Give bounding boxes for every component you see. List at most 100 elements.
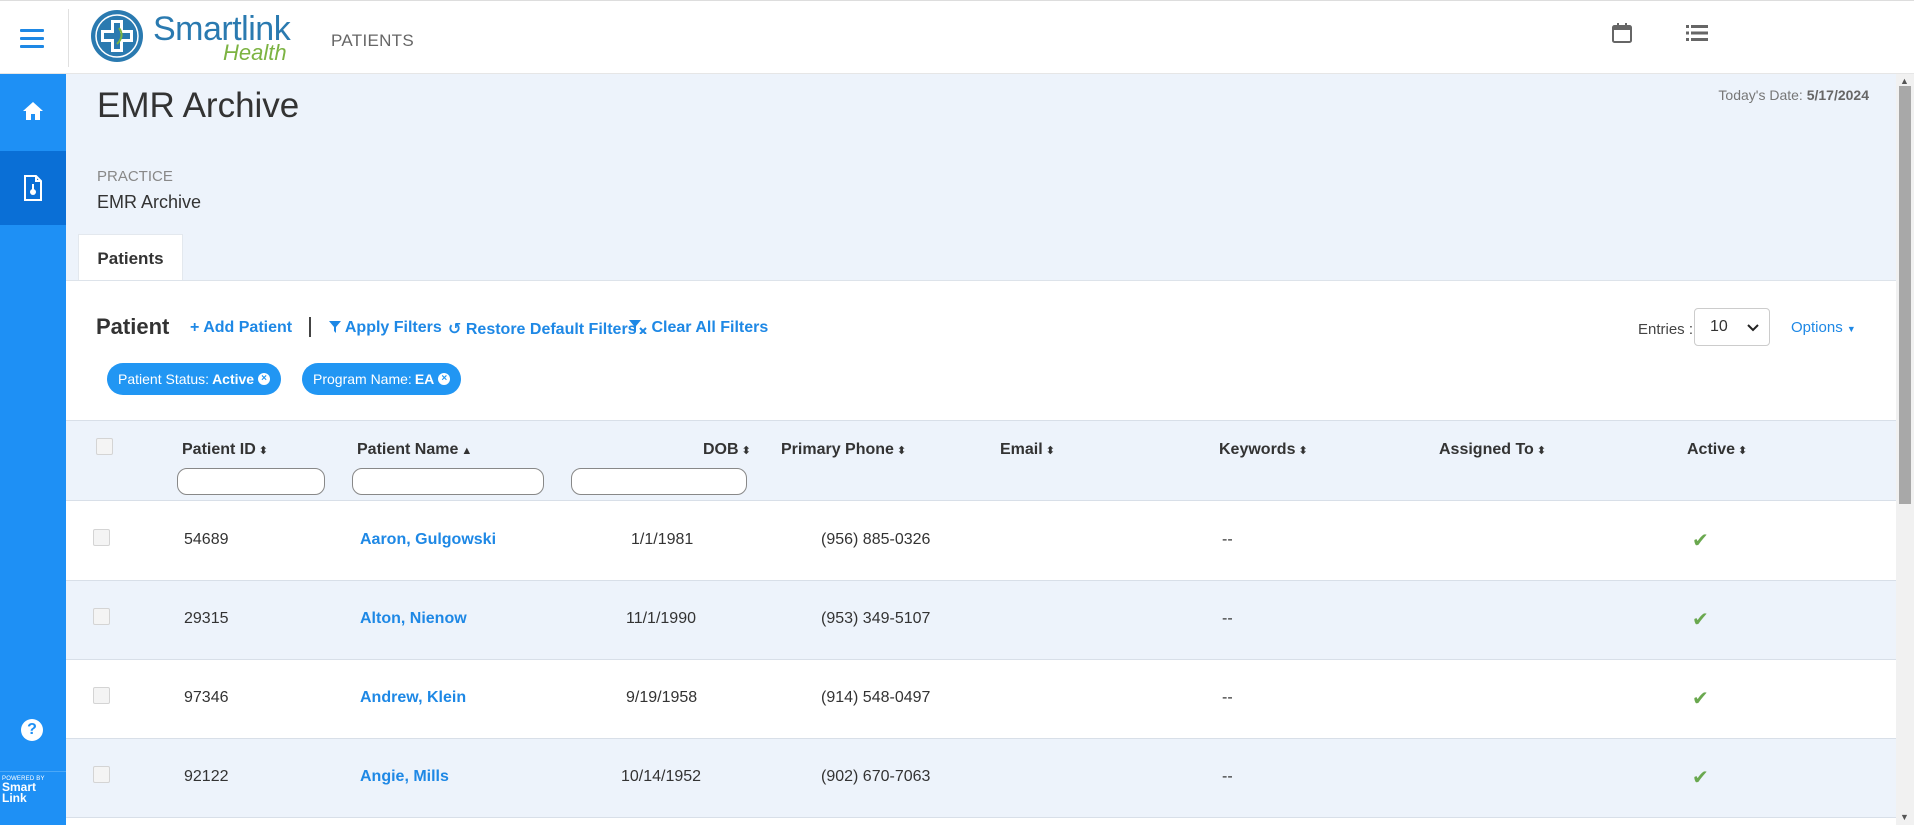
active-check-icon: ✔ [1692, 767, 1709, 789]
clear-all-filters-button[interactable]: Clear All Filters [629, 319, 768, 337]
sort-icon: ⬍ [1298, 445, 1308, 457]
cell-primary-phone: (953) 349-5107 [821, 610, 931, 627]
table-header: Patient ID ⬍ Patient Name ▲ DOB ⬍ Primary P… [66, 420, 1896, 501]
cell-primary-phone: (914) 548-0497 [821, 689, 931, 706]
header-patient-id[interactable]: Patient ID ⬍ [182, 441, 268, 459]
caret-down-icon: ▼ [1846, 324, 1856, 334]
cell-patient-id: 54689 [184, 531, 229, 548]
help-icon[interactable]: ? [21, 719, 43, 741]
cell-keywords: -- [1222, 689, 1233, 706]
scroll-down-icon[interactable]: ▼ [1900, 812, 1909, 822]
add-patient-label: Add Patient [203, 319, 293, 336]
tab-patients[interactable]: Patients [78, 234, 183, 282]
cell-patient-name[interactable]: Alton, Nienow [360, 610, 467, 628]
sidebar-item-home[interactable] [0, 74, 66, 148]
cell-patient-name[interactable]: Andrew, Klein [360, 689, 466, 707]
active-check-icon: ✔ [1692, 530, 1709, 552]
brand-sub: Health [223, 40, 287, 65]
entries-label: Entries : [1638, 321, 1694, 338]
header-assigned-to[interactable]: Assigned To ⬍ [1439, 441, 1546, 459]
sort-icon: ⬍ [896, 445, 907, 457]
cell-patient-name[interactable]: Aaron, Gulgowski [360, 531, 496, 549]
list-icon[interactable] [1685, 21, 1709, 45]
cell-keywords: -- [1222, 610, 1233, 627]
cell-dob: 9/19/1958 [626, 689, 698, 706]
sort-icon: ⬍ [741, 445, 751, 457]
cell-keywords: -- [1222, 768, 1233, 785]
active-check-icon: ✔ [1692, 609, 1709, 631]
plus-icon: + [190, 319, 200, 336]
restore-default-filters-button[interactable]: ↺ Restore Default Filters [448, 319, 637, 339]
cell-dob: 1/1/1981 [631, 531, 694, 548]
brand-logo[interactable]: Smartlink Health [89, 8, 299, 65]
cell-patient-id: 92122 [184, 768, 229, 785]
cell-patient-name[interactable]: Angie, Mills [360, 768, 449, 786]
entries-select[interactable]: 10 [1694, 308, 1770, 346]
logo-cross-icon [91, 10, 143, 62]
todays-date: Today's Date: 5/17/2024 [1718, 87, 1869, 103]
sort-icon: ⬍ [258, 445, 269, 457]
practice-value: EMR Archive [97, 192, 202, 212]
row-checkbox[interactable] [93, 766, 110, 783]
cell-primary-phone: (956) 885-0326 [821, 531, 931, 548]
panel-title: Patient [96, 314, 170, 339]
action-divider [309, 317, 311, 337]
filter-icon [329, 321, 341, 333]
close-icon[interactable]: × [438, 373, 451, 385]
filter-chip-patient-status[interactable]: Patient Status: Active × [107, 363, 282, 395]
top-bar: Smartlink Health PATIENTS [0, 0, 1914, 74]
close-icon[interactable]: × [258, 373, 271, 385]
sort-icon: ⬍ [1536, 445, 1547, 457]
sidebar: ? POWERED BY Smart Link [0, 74, 68, 825]
patient-id-filter-input[interactable] [177, 468, 325, 495]
restore-filters-label: Restore Default Filters [465, 321, 637, 338]
header-active[interactable]: Active ⬍ [1687, 441, 1747, 459]
home-icon [23, 102, 43, 120]
dob-filter-input[interactable] [571, 468, 747, 495]
sidebar-item-patients[interactable] [0, 151, 66, 225]
cell-keywords: -- [1222, 531, 1233, 548]
menu-icon[interactable] [20, 29, 44, 49]
options-dropdown[interactable]: Options ▼ [1791, 319, 1856, 336]
header-primary-phone[interactable]: Primary Phone ⬍ [781, 441, 906, 459]
scroll-thumb[interactable] [1899, 86, 1911, 504]
apply-filters-button[interactable]: Apply Filters [329, 319, 442, 337]
table-row[interactable]: 92122 Angie, Mills 10/14/1952 (902) 670-… [66, 739, 1896, 818]
table-row[interactable]: 29315 Alton, Nienow 11/1/1990 (953) 349-… [66, 581, 1896, 660]
patient-name-filter-input[interactable] [352, 468, 544, 495]
header-keywords[interactable]: Keywords ⬍ [1219, 441, 1308, 459]
options-label: Options [1791, 319, 1843, 336]
main-content: EMR Archive Today's Date: 5/17/2024 PRAC… [66, 74, 1896, 825]
entries-value: 10 [1710, 318, 1728, 335]
header-email[interactable]: Email ⬍ [1000, 441, 1055, 459]
undo-icon: ↺ [448, 321, 462, 338]
calendar-icon[interactable] [1610, 21, 1634, 45]
practice-label: PRACTICE [97, 168, 173, 185]
header-dob[interactable]: DOB ⬍ [703, 441, 751, 459]
table-row[interactable]: 54689 Aaron, Gulgowski 1/1/1981 (956) 88… [66, 502, 1896, 581]
cell-dob: 11/1/1990 [626, 610, 696, 627]
cell-primary-phone: (902) 670-7063 [821, 768, 931, 785]
select-all-checkbox[interactable] [96, 438, 113, 455]
active-check-icon: ✔ [1692, 688, 1709, 710]
patient-file-icon [24, 175, 42, 201]
add-patient-button[interactable]: + Add Patient [190, 319, 292, 337]
scroll-up-icon[interactable]: ▲ [1900, 76, 1909, 86]
cell-dob: 10/14/1952 [621, 768, 702, 785]
today-value: 5/17/2024 [1806, 87, 1869, 103]
table-row[interactable]: 97346 Andrew, Klein 9/19/1958 (914) 548-… [66, 660, 1896, 739]
sort-asc-icon: ▲ [461, 445, 473, 457]
row-checkbox[interactable] [93, 687, 110, 704]
chip-value: EA [414, 371, 435, 387]
today-label: Today's Date: [1718, 87, 1803, 103]
row-checkbox[interactable] [93, 608, 110, 625]
filter-chip-program-name[interactable]: Program Name: EA × [302, 363, 462, 395]
divider [68, 9, 69, 67]
sort-icon: ⬍ [1045, 445, 1055, 457]
header-patient-name[interactable]: Patient Name ▲ [357, 441, 472, 459]
cell-patient-id: 29315 [184, 610, 229, 627]
row-checkbox[interactable] [93, 529, 110, 546]
section-title: PATIENTS [331, 31, 415, 50]
powered-brand-2: Link [2, 791, 27, 805]
scrollbar[interactable]: ▲ ▼ [1896, 74, 1914, 825]
